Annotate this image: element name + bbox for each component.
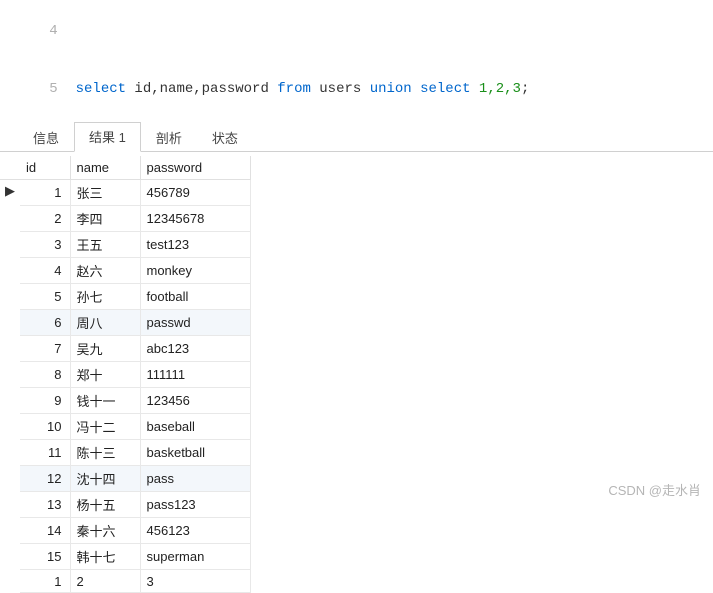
table-row[interactable]: 11陈十三basketball [20, 440, 250, 466]
cell-name[interactable]: 赵六 [70, 258, 140, 284]
sql-text: ; [521, 81, 529, 97]
column-header-name[interactable]: name [70, 156, 140, 180]
result-grid[interactable]: ▶ id name password 1张三4567892李四123456783… [0, 156, 713, 593]
tab-profile[interactable]: 剖析 [141, 123, 197, 152]
cell-name[interactable]: 吴九 [70, 336, 140, 362]
table-row[interactable]: 5孙七football [20, 284, 250, 310]
result-tabs: 信息 结果 1 剖析 状态 [0, 126, 713, 152]
cell-id[interactable]: 6 [20, 310, 70, 336]
sql-number: 1,2,3 [471, 81, 521, 97]
table-row[interactable]: 1张三456789 [20, 180, 250, 206]
table-row[interactable]: 10冯十二baseball [20, 414, 250, 440]
cell-password[interactable]: test123 [140, 232, 250, 258]
cell-name[interactable]: 秦十六 [70, 518, 140, 544]
cell-password[interactable]: superman [140, 544, 250, 570]
row-indicator-column: ▶ [0, 156, 20, 593]
cell-id[interactable]: 8 [20, 362, 70, 388]
cell-id[interactable]: 3 [20, 232, 70, 258]
cell-id[interactable]: 5 [20, 284, 70, 310]
cell-name[interactable]: 钱十一 [70, 388, 140, 414]
sql-keyword: union [370, 81, 412, 97]
cell-password[interactable]: passwd [140, 310, 250, 336]
cell-password[interactable]: abc123 [140, 336, 250, 362]
cell-password[interactable]: pass [140, 466, 250, 492]
cell-password[interactable]: 456123 [140, 518, 250, 544]
column-header-password[interactable]: password [140, 156, 250, 180]
cell-name[interactable]: 李四 [70, 206, 140, 232]
table-row[interactable]: 12沈十四pass [20, 466, 250, 492]
cell-password[interactable]: monkey [140, 258, 250, 284]
cell-name[interactable]: 韩十七 [70, 544, 140, 570]
cell-password[interactable]: 456789 [140, 180, 250, 206]
table-row[interactable]: 6周八passwd [20, 310, 250, 336]
result-table[interactable]: id name password 1张三4567892李四123456783王五… [20, 156, 251, 593]
sql-text: users [311, 81, 370, 97]
cell-password[interactable]: 111111 [140, 362, 250, 388]
cell-id[interactable]: 2 [20, 206, 70, 232]
cell-password[interactable]: football [140, 284, 250, 310]
tab-result-1[interactable]: 结果 1 [74, 122, 141, 152]
cell-id[interactable]: 9 [20, 388, 70, 414]
table-row[interactable]: 8郑十111111 [20, 362, 250, 388]
table-row[interactable]: 9钱十一123456 [20, 388, 250, 414]
sql-keyword: select [412, 81, 471, 97]
header-row: id name password [20, 156, 250, 180]
cell-password[interactable]: 3 [140, 570, 250, 593]
sql-keyword: from [277, 81, 311, 97]
cell-id[interactable]: 7 [20, 336, 70, 362]
cell-name[interactable]: 2 [70, 570, 140, 593]
cell-name[interactable]: 王五 [70, 232, 140, 258]
cell-name[interactable]: 郑十 [70, 362, 140, 388]
table-row[interactable]: 3王五test123 [20, 232, 250, 258]
cell-id[interactable]: 10 [20, 414, 70, 440]
table-row[interactable]: 2李四12345678 [20, 206, 250, 232]
sql-editor[interactable]: 4 5select id,name,password from users un… [0, 0, 713, 126]
cell-id[interactable]: 15 [20, 544, 70, 570]
cell-name[interactable]: 冯十二 [70, 414, 140, 440]
sql-keyword: select [76, 81, 126, 97]
tab-status[interactable]: 状态 [197, 123, 253, 152]
tab-info[interactable]: 信息 [18, 123, 74, 152]
cell-password[interactable]: 12345678 [140, 206, 250, 232]
cell-id[interactable]: 14 [20, 518, 70, 544]
table-row[interactable]: 14秦十六456123 [20, 518, 250, 544]
active-row-marker-icon: ▶ [0, 180, 20, 203]
cell-id[interactable]: 1 [20, 180, 70, 206]
cell-name[interactable]: 陈十三 [70, 440, 140, 466]
table-row[interactable]: 15韩十七superman [20, 544, 250, 570]
cell-name[interactable]: 沈十四 [70, 466, 140, 492]
cell-id[interactable]: 12 [20, 466, 70, 492]
sql-text: id,name,password [126, 81, 277, 97]
table-row[interactable]: 4赵六monkey [20, 258, 250, 284]
cell-password[interactable]: baseball [140, 414, 250, 440]
cell-id[interactable]: 11 [20, 440, 70, 466]
line-number: 4 [34, 22, 76, 42]
cell-name[interactable]: 张三 [70, 180, 140, 206]
table-row[interactable]: 7吴九abc123 [20, 336, 250, 362]
cell-name[interactable]: 周八 [70, 310, 140, 336]
cell-id[interactable]: 4 [20, 258, 70, 284]
cell-password[interactable]: 123456 [140, 388, 250, 414]
table-row[interactable]: 123 [20, 570, 250, 593]
cell-password[interactable]: basketball [140, 440, 250, 466]
line-number: 5 [34, 80, 76, 100]
cell-id[interactable]: 1 [20, 570, 70, 593]
cell-name[interactable]: 孙七 [70, 284, 140, 310]
column-header-id[interactable]: id [20, 156, 70, 180]
